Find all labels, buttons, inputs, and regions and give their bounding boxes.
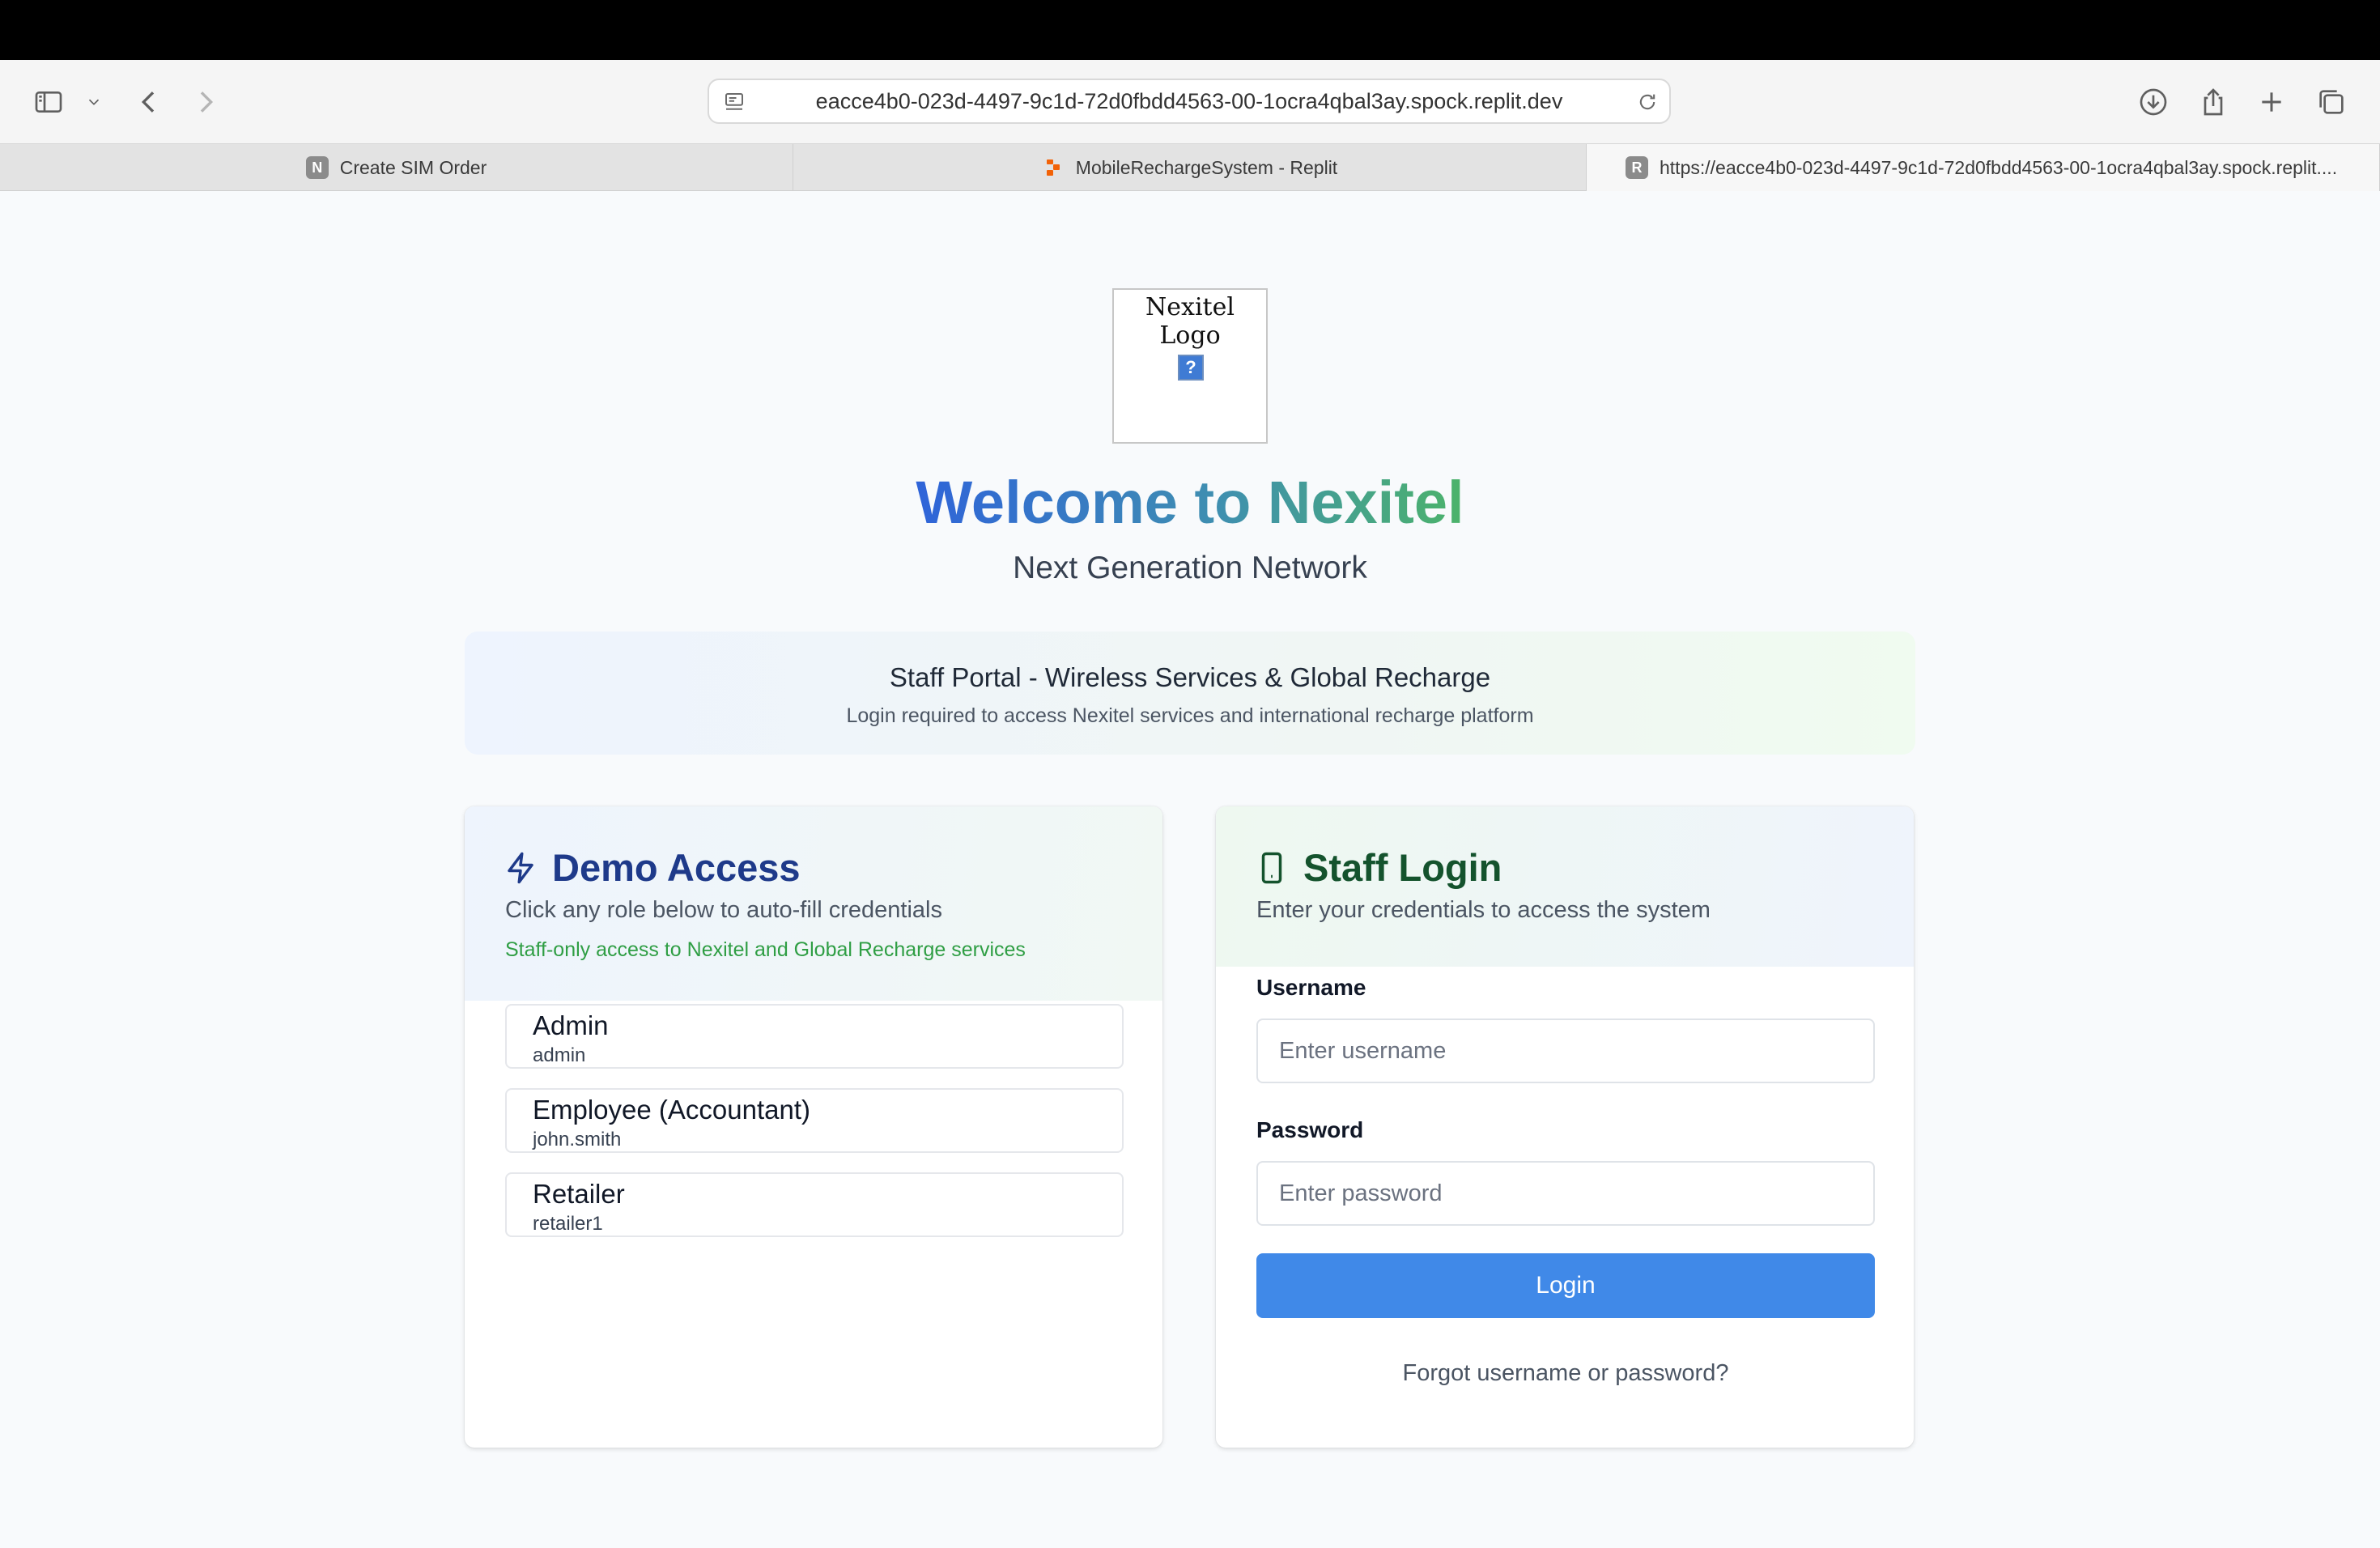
demo-access-title-text: Demo Access xyxy=(552,846,801,889)
banner-title: Staff Portal - Wireless Services & Globa… xyxy=(889,662,1491,692)
demo-access-header: Demo Access Click any role below to auto… xyxy=(465,806,1162,1001)
forward-icon[interactable] xyxy=(183,79,228,125)
lightning-icon xyxy=(508,852,533,883)
staff-login-title-text: Staff Login xyxy=(1303,846,1502,889)
notion-favicon: N xyxy=(305,156,329,179)
page-title: Welcome to Nexitel xyxy=(0,468,2380,537)
replit-favicon: R xyxy=(1626,156,1648,179)
sidebar-toggle-icon[interactable] xyxy=(26,79,71,125)
username-label: Username xyxy=(1256,975,1366,1000)
tab-bar: N Create SIM Order MobileRechargeSystem … xyxy=(0,144,2380,191)
logo-alt-text: Nexitel Logo xyxy=(1145,293,1235,350)
tab-replit[interactable]: MobileRechargeSystem - Replit xyxy=(793,144,1587,191)
tab-label: MobileRechargeSystem - Replit xyxy=(1075,156,1338,178)
url-text: eacce4b0-023d-4497-9c1d-72d0fbdd4563-00-… xyxy=(815,88,1563,113)
share-icon[interactable] xyxy=(2191,79,2236,125)
role-retailer-button[interactable]: Retailer retailer1 xyxy=(505,1172,1124,1237)
role-employee-button[interactable]: Employee (Accountant) john.smith xyxy=(505,1088,1124,1153)
role-name: Retailer xyxy=(533,1179,625,1209)
role-username: john.smith xyxy=(533,1129,622,1150)
chevron-down-icon[interactable] xyxy=(71,79,117,125)
tab-label: Create SIM Order xyxy=(339,156,487,178)
smartphone-icon xyxy=(1261,852,1282,883)
browser-toolbar: eacce4b0-023d-4497-9c1d-72d0fbdd4563-00-… xyxy=(0,60,2380,144)
role-name: Employee (Accountant) xyxy=(533,1095,811,1125)
new-tab-icon[interactable] xyxy=(2249,79,2294,125)
nexitel-logo: Nexitel Logo ? xyxy=(1112,288,1268,444)
role-username: retailer1 xyxy=(533,1213,603,1235)
demo-access-card: Demo Access Click any role below to auto… xyxy=(465,806,1162,1448)
role-name: Admin xyxy=(533,1010,609,1040)
reload-icon[interactable] xyxy=(1634,88,1661,116)
broken-image-icon: ? xyxy=(1178,355,1204,381)
downloads-icon[interactable] xyxy=(2131,79,2176,125)
staff-login-card: Staff Login Enter your credentials to ac… xyxy=(1216,806,1914,1448)
demo-access-description: Click any role below to auto-fill creden… xyxy=(505,897,942,923)
password-label: Password xyxy=(1256,1117,1364,1142)
tagline: Next Generation Network xyxy=(1013,551,1367,585)
staff-login-title: Staff Login xyxy=(1255,845,1502,890)
tab-label: https://eacce4b0-023d-4497-9c1d-72d0fbdd… xyxy=(1660,156,2338,178)
banner-subtitle: Login required to access Nexitel service… xyxy=(846,704,1534,727)
replit-icon xyxy=(1042,156,1065,179)
forgot-credentials-link[interactable]: Forgot username or password? xyxy=(1256,1360,1875,1387)
login-button[interactable]: Login xyxy=(1256,1253,1875,1318)
staff-portal-banner: Staff Portal - Wireless Services & Globa… xyxy=(465,632,1915,755)
back-icon[interactable] xyxy=(126,79,172,125)
screen-top-bar xyxy=(0,0,2380,60)
username-input[interactable]: Enter username xyxy=(1256,1019,1875,1083)
staff-login-header: Staff Login Enter your credentials to ac… xyxy=(1216,806,1914,967)
address-bar[interactable]: eacce4b0-023d-4497-9c1d-72d0fbdd4563-00-… xyxy=(708,79,1671,124)
page-settings-icon[interactable] xyxy=(720,88,748,116)
tab-create-sim-order[interactable]: N Create SIM Order xyxy=(0,144,793,191)
role-username: admin xyxy=(533,1044,586,1066)
demo-access-note: Staff-only access to Nexitel and Global … xyxy=(505,938,1026,961)
welcome-text: Welcome to Nexitel xyxy=(916,469,1464,536)
tab-overview-icon[interactable] xyxy=(2309,79,2354,125)
demo-access-title: Demo Access xyxy=(504,845,801,890)
staff-login-description: Enter your credentials to access the sys… xyxy=(1256,897,1711,923)
role-admin-button[interactable]: Admin admin xyxy=(505,1004,1124,1069)
tab-current-page[interactable]: R https://eacce4b0-023d-4497-9c1d-72d0fb… xyxy=(1587,144,2380,191)
password-input[interactable]: Enter password xyxy=(1256,1161,1875,1226)
